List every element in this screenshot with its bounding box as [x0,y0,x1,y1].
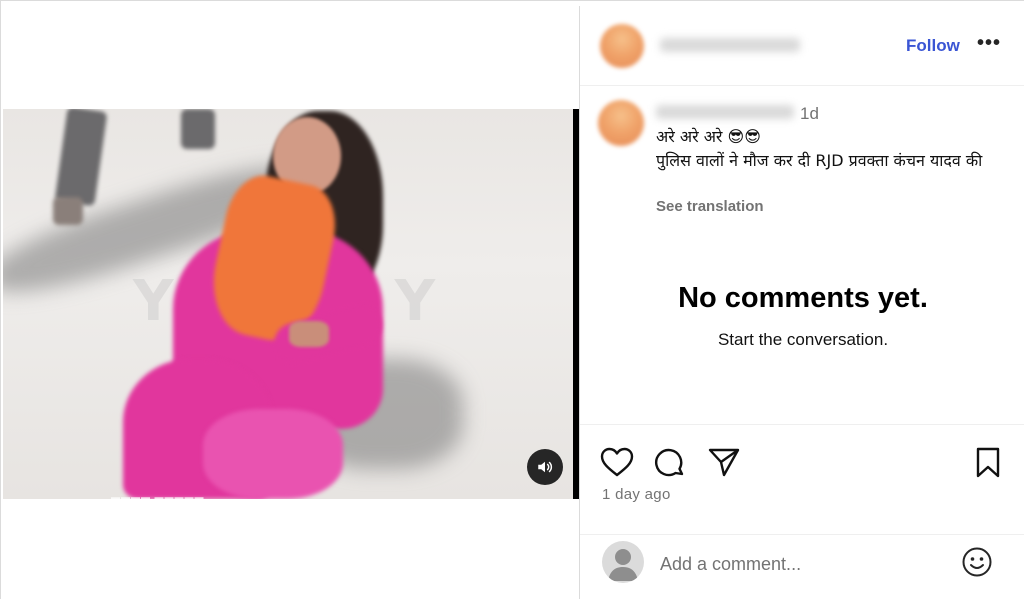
save-button[interactable] [975,447,1001,484]
post-video[interactable]: YK TY ▬▬▬▬ ▬▬▬▬▬ [3,109,573,499]
audio-toggle-button[interactable] [527,449,563,485]
comment-input[interactable] [660,551,950,577]
author-avatar[interactable] [600,24,644,68]
caption-author-username[interactable] [656,105,794,119]
no-comments-subtitle: Start the conversation. [717,330,889,349]
caption-line-2: पुलिस वालों ने मौज कर दी RJD प्रवक्ता कं… [656,151,983,170]
post-time-ago[interactable]: 1 day ago [602,486,671,503]
emoji-button[interactable] [961,546,993,583]
speaker-icon [538,461,553,473]
paper-plane-icon [708,448,740,477]
follow-button[interactable]: Follow [906,36,960,56]
post-time-short[interactable]: 1d [800,104,819,124]
comment-bubble-icon [655,448,684,477]
author-username[interactable] [660,38,800,52]
see-translation-link[interactable]: See translation [656,198,764,215]
post-caption: अरे अरे अरे 😎😎 पुलिस वालों ने मौज कर दी … [656,125,1006,173]
post-modal: YK TY ▬▬▬▬ ▬▬▬▬▬ Follow [0,0,1024,599]
video-watermark-strip: ▬▬▬▬ ▬▬▬▬▬ [111,492,205,499]
heart-icon [600,447,634,477]
no-comments-title: No comments yet. [678,282,928,314]
action-bar [580,424,1024,534]
post-side-panel: Follow ••• 1d अरे अरे अरे 😎😎 पुलिस वालों… [579,6,1024,599]
post-header: Follow ••• [580,6,1024,86]
current-user-avatar[interactable] [602,541,644,583]
like-button[interactable] [600,447,634,482]
bookmark-icon [976,447,1000,478]
caption-author-avatar[interactable] [598,100,644,146]
smiley-icon [962,547,992,577]
comment-button[interactable] [654,447,686,484]
more-options-icon[interactable]: ••• [977,32,1001,55]
default-avatar-icon [608,549,638,581]
media-pane: YK TY ▬▬▬▬ ▬▬▬▬▬ [3,6,579,599]
share-button[interactable] [708,447,740,482]
caption-line-1: अरे अरे अरे 😎😎 [656,127,761,146]
